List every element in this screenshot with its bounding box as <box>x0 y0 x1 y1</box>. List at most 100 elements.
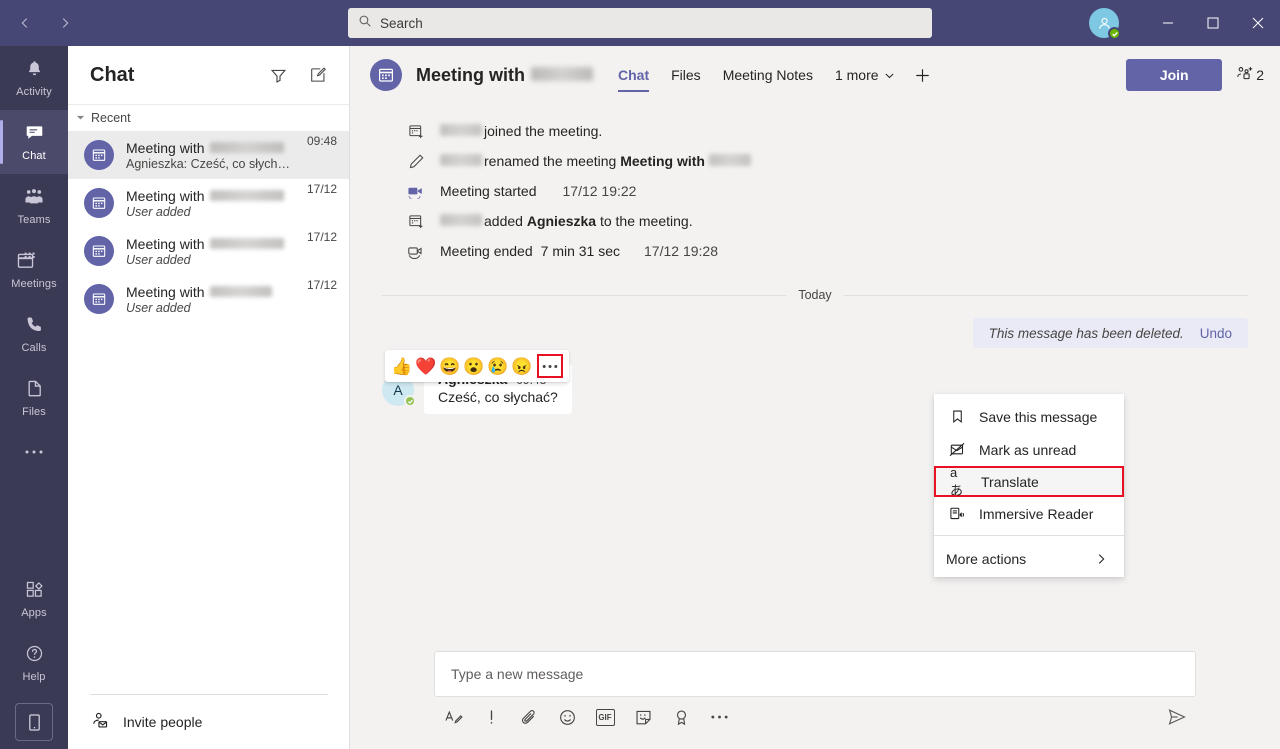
system-message-label: Meeting ended <box>440 243 533 259</box>
more-horizontal-icon[interactable] <box>537 354 563 378</box>
sidebar-item-label: Teams <box>17 213 51 226</box>
laugh-reaction[interactable]: 😄 <box>439 355 461 377</box>
bell-icon <box>25 59 44 83</box>
add-tab-button[interactable] <box>906 46 940 104</box>
recent-section-header[interactable]: Recent <box>68 105 349 131</box>
sidebar-item-chat[interactable]: Chat <box>0 110 68 174</box>
surprised-reaction[interactable]: 😮 <box>463 355 485 377</box>
angry-reaction[interactable]: 😠 <box>511 355 533 377</box>
tab-files[interactable]: Files <box>660 46 712 104</box>
redacted-name <box>209 237 284 249</box>
deleted-message-row: This message has been deleted. Undo <box>382 318 1248 348</box>
search-icon <box>358 14 372 33</box>
minimize-button[interactable] <box>1145 0 1190 46</box>
attach-icon[interactable] <box>518 706 540 728</box>
menu-item-immersive-reader[interactable]: Immersive Reader <box>934 497 1124 530</box>
conversation-header: Meeting with Chat Files Meeting Notes 1 … <box>350 46 1280 104</box>
system-message-text: joined the meeting. <box>440 123 602 139</box>
sidebar-item-more[interactable] <box>0 430 68 472</box>
list-item[interactable]: Meeting with User added 17/12 <box>68 275 349 323</box>
giphy-icon[interactable]: GIF <box>594 706 616 728</box>
system-message-time: 17/12 19:22 <box>562 183 637 199</box>
list-item[interactable]: Meeting with User added 17/12 <box>68 179 349 227</box>
calendar-icon <box>84 236 114 266</box>
list-item-time: 17/12 <box>306 278 337 292</box>
new-chat-icon[interactable] <box>303 60 333 90</box>
filter-icon[interactable] <box>263 60 293 90</box>
phone-icon <box>25 315 44 339</box>
praise-icon[interactable] <box>670 706 692 728</box>
heart-reaction[interactable]: ❤️ <box>415 355 437 377</box>
chevron-left-icon[interactable] <box>14 12 36 34</box>
format-icon[interactable] <box>442 706 464 728</box>
sidebar-item-activity[interactable]: Activity <box>0 46 68 110</box>
send-icon[interactable] <box>1166 706 1188 728</box>
app-rail: Activity Chat Teams Meetings Calls Files… <box>0 46 68 749</box>
undo-link[interactable]: Undo <box>1200 326 1232 341</box>
video-off-icon <box>406 241 426 261</box>
sidebar-item-meetings[interactable]: Meetings <box>0 238 68 302</box>
join-button[interactable]: Join <box>1126 59 1223 91</box>
tab-more[interactable]: 1 more <box>824 46 906 104</box>
message-input[interactable]: Type a new message <box>434 651 1196 697</box>
sidebar-item-files[interactable]: Files <box>0 366 68 430</box>
message-text: Cześć, co słychać? <box>438 389 558 405</box>
thumbs-up-reaction[interactable]: 👍 <box>391 355 413 377</box>
tab-label: Meeting Notes <box>722 67 813 83</box>
mobile-phone-icon[interactable] <box>15 703 53 741</box>
help-circle-icon <box>25 644 44 668</box>
bookmark-icon <box>948 408 966 426</box>
maximize-button[interactable] <box>1190 0 1235 46</box>
sidebar-item-apps[interactable]: Apps <box>0 567 68 631</box>
search-input[interactable]: Search <box>348 8 932 38</box>
calendar-icon <box>84 284 114 314</box>
sidebar-item-teams[interactable]: Teams <box>0 174 68 238</box>
calendar-icon <box>84 188 114 218</box>
invite-people-button[interactable]: Invite people <box>68 695 350 749</box>
list-item-body: Meeting with Agnieszka: Cześć, co słycha… <box>126 140 295 171</box>
menu-item-translate[interactable]: aあ Translate <box>934 465 1124 498</box>
system-message-label: Meeting started <box>440 183 537 199</box>
list-item[interactable]: Meeting with Agnieszka: Cześć, co słycha… <box>68 131 349 179</box>
teams-window: Search Activity Chat Teams Meetings Call… <box>0 0 1280 749</box>
sad-reaction[interactable]: 😢 <box>487 355 509 377</box>
chat-bubble-icon <box>25 123 44 147</box>
avatar[interactable] <box>1089 8 1121 40</box>
conversation-tabs: Chat Files Meeting Notes 1 more <box>607 46 940 104</box>
more-horizontal-icon[interactable] <box>708 706 730 728</box>
calendar-icon <box>370 59 402 91</box>
list-item[interactable]: Meeting with User added 17/12 <box>68 227 349 275</box>
calendar-add-icon <box>406 121 426 141</box>
redacted-name <box>209 285 272 297</box>
tab-label: Files <box>671 67 701 83</box>
chat-list-panel: Chat Recent Meeting with Agnieszka: Cześ… <box>68 46 350 749</box>
sidebar-item-label: Apps <box>21 606 47 619</box>
list-item-title: Meeting with <box>126 284 295 300</box>
menu-item-mark-as-unread[interactable]: Mark as unread <box>934 433 1124 466</box>
sidebar-item-label: Activity <box>16 85 52 98</box>
sidebar-item-calls[interactable]: Calls <box>0 302 68 366</box>
tab-meeting-notes[interactable]: Meeting Notes <box>712 46 824 104</box>
tab-chat[interactable]: Chat <box>607 46 660 104</box>
sticker-icon[interactable] <box>632 706 654 728</box>
chevron-right-icon[interactable] <box>54 12 76 34</box>
close-button[interactable] <box>1235 0 1280 46</box>
search-placeholder: Search <box>380 15 423 31</box>
redacted-name <box>440 154 482 166</box>
menu-item-more-actions[interactable]: More actions <box>934 541 1124 577</box>
add-participants-button[interactable]: 2 <box>1236 65 1264 85</box>
sidebar-item-help[interactable]: Help <box>0 631 68 695</box>
chat-name: Meeting with <box>126 187 205 204</box>
nav-buttons <box>0 12 100 34</box>
menu-item-label: Save this message <box>979 408 1098 425</box>
important-icon[interactable] <box>480 706 502 728</box>
calendar-icon <box>16 251 51 275</box>
list-item-preview: User added <box>126 204 191 219</box>
gif-label: GIF <box>595 708 615 726</box>
menu-item-label: Translate <box>981 473 1039 490</box>
list-item-title: Meeting with <box>126 188 295 204</box>
emoji-icon[interactable] <box>556 706 578 728</box>
menu-item-save-this-message[interactable]: Save this message <box>934 400 1124 433</box>
redacted-name <box>440 214 482 226</box>
list-item-time: 09:48 <box>306 134 337 148</box>
